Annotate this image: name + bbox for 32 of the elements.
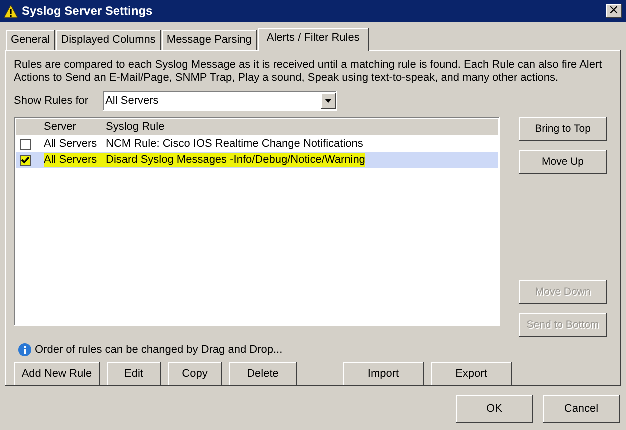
tab[interactable]: General [6,30,56,50]
tab[interactable]: Message Parsing [162,30,257,50]
list-row[interactable]: All Servers NCM Rule: Cisco IOS Realtime Change Notifications [16,136,498,152]
rule-button[interactable]: Copy [168,362,222,386]
column-header: Server [44,121,78,133]
tab[interactable]: Displayed Columns [56,30,161,50]
server-cell-text: All Servers [44,137,98,151]
transfer-button[interactable]: Import [343,362,424,386]
window-title: Syslog Server Settings [22,4,154,18]
rule-button[interactable]: Add New Rule [14,362,100,386]
checkbox[interactable] [20,154,31,166]
transfer-button[interactable]: Export [431,362,512,386]
move-button[interactable]: Move Up [519,150,607,174]
dialog-button[interactable]: OK [456,395,533,423]
server-dropdown[interactable]: All Servers [102,91,337,111]
show-rules-label: Show Rules for [14,95,89,107]
rule-cell: NCM Rule: Cisco IOS Realtime Change Notifications [106,137,364,151]
warning-icon [4,4,18,18]
column-header: Syslog Rule [106,121,165,133]
rule-button[interactable]: Delete [229,362,297,386]
close-button[interactable]: × [606,4,622,18]
move-button[interactable]: Bring to Top [519,117,607,141]
tab[interactable]: Alerts / Filter Rules [258,28,369,51]
info-note: Order of rules can be changed by Drag and Drop... [35,344,283,356]
checkbox[interactable] [20,138,31,150]
description-text: Rules are compared to each Syslog Message as it is received until a matching rule is found. Each Rule can also fire Alert Actions to Send an E-Mail/Page, SNMP Trap, Play a sound, Speak using text-to-speak, and many other actions. [14,59,604,85]
server-cell: All Servers [44,153,106,167]
rule-button[interactable]: Edit [107,362,161,386]
list-row[interactable]: All Servers Disard Syslog Messages -Info/Debug/Notice/Warning [16,152,498,168]
rule-cell: Disard Syslog Messages -Info/Debug/Notice/Warning [106,153,366,167]
dialog-button[interactable]: Cancel [543,395,620,423]
info-icon [18,343,32,357]
